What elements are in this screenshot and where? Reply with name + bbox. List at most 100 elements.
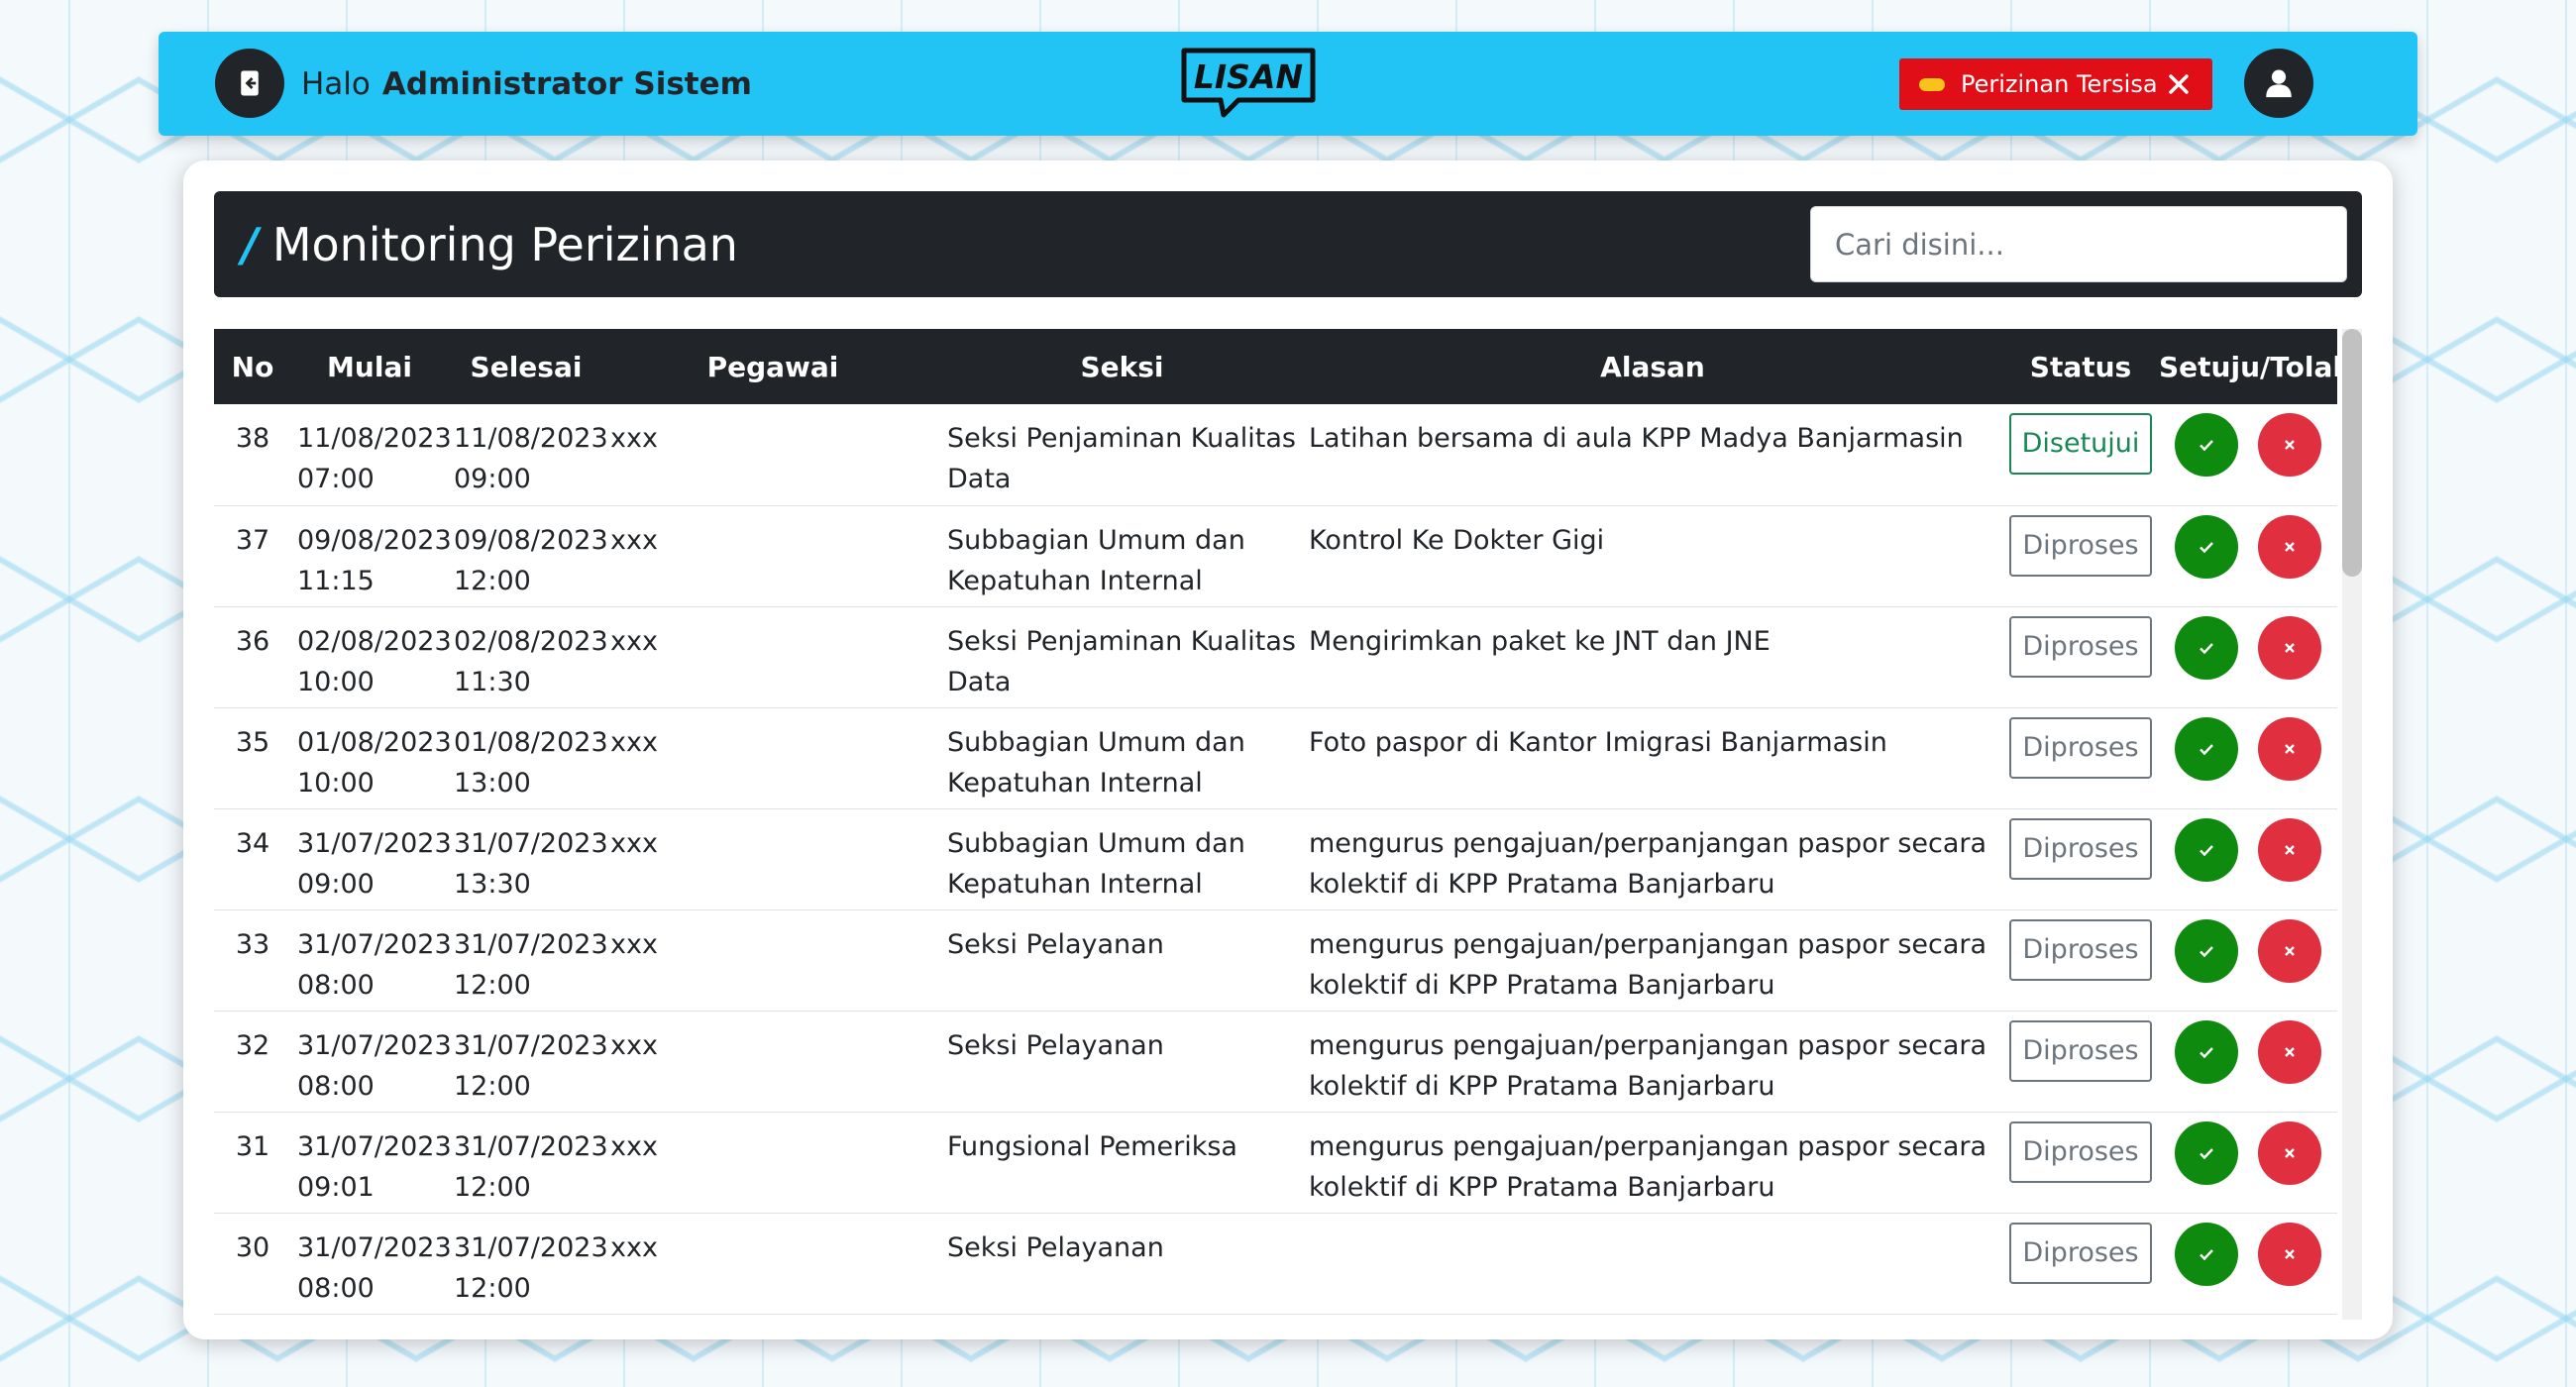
cell-mulai: 01/08/2023 10:00 <box>291 707 452 809</box>
approve-button[interactable] <box>2175 1019 2238 1084</box>
approve-button[interactable] <box>2175 1222 2238 1286</box>
x-icon <box>2285 743 2295 754</box>
reject-button[interactable] <box>2258 1019 2321 1084</box>
reject-button[interactable] <box>2258 817 2321 882</box>
status-badge[interactable]: Diproses <box>2009 514 2152 577</box>
column-header-selesai[interactable]: Selesai <box>448 329 604 404</box>
cell-no: 35 <box>214 707 291 809</box>
selesai-time: 13:30 <box>454 868 531 900</box>
reject-button[interactable] <box>2258 918 2321 983</box>
page-title: / Monitoring Perizinan <box>242 191 738 297</box>
check-icon <box>2200 1248 2213 1260</box>
cell-status: Diproses <box>2002 1112 2159 1214</box>
selesai-time: 12:00 <box>454 969 531 1001</box>
cell-no: 31 <box>214 1112 291 1214</box>
cell-status: Diproses <box>2002 606 2159 708</box>
reject-button[interactable] <box>2258 413 2321 477</box>
reject-button[interactable] <box>2258 615 2321 680</box>
approve-button[interactable] <box>2175 817 2238 882</box>
column-header-no[interactable]: No <box>214 329 291 404</box>
approve-button[interactable] <box>2175 514 2238 579</box>
cell-alasan <box>1303 1213 2002 1315</box>
column-header-status[interactable]: Status <box>2002 329 2159 404</box>
selesai-date: 31/07/2023 <box>454 1231 608 1263</box>
cell-actions <box>2159 909 2337 1012</box>
cell-selesai: 11/08/2023 09:00 <box>448 404 608 506</box>
remaining-permits-alert[interactable]: Perizinan Tersisa <box>1899 58 2212 110</box>
column-header-alasan[interactable]: Alasan <box>1303 329 2002 404</box>
cell-selesai: 09/08/2023 12:00 <box>448 505 608 607</box>
table-row: 38 11/08/2023 07:00 11/08/2023 09:00 xxx S… <box>214 404 2337 506</box>
mulai-time: 08:00 <box>297 1070 375 1102</box>
cell-status: Diproses <box>2002 909 2159 1012</box>
status-badge[interactable]: Diproses <box>2009 716 2152 779</box>
cell-no: 34 <box>214 808 291 910</box>
logout-button[interactable] <box>215 49 284 118</box>
selesai-date: 31/07/2023 <box>454 827 608 859</box>
mulai-date: 31/07/2023 <box>297 928 452 960</box>
cell-actions <box>2159 808 2337 910</box>
column-header-pegawai[interactable]: Pegawai <box>604 329 941 404</box>
selesai-time: 12:00 <box>454 1070 531 1102</box>
status-badge[interactable]: Diproses <box>2009 918 2152 981</box>
cell-selesai: 01/08/2023 13:00 <box>448 707 608 809</box>
cell-no: 36 <box>214 606 291 708</box>
check-icon <box>2200 1046 2213 1058</box>
selesai-date: 31/07/2023 <box>454 928 608 960</box>
cell-alasan: mengurus pengajuan/perpanjangan paspor s… <box>1303 1112 2002 1214</box>
cell-actions <box>2159 606 2337 708</box>
alert-close-button[interactable] <box>2167 58 2191 110</box>
user-icon <box>2266 69 2292 98</box>
status-badge[interactable]: Diproses <box>2009 1019 2152 1082</box>
cell-seksi: Fungsional Pemeriksa <box>941 1112 1303 1214</box>
greeting-text: Halo <box>301 65 371 102</box>
selesai-time: 13:00 <box>454 767 531 799</box>
column-header-mulai[interactable]: Mulai <box>291 329 448 404</box>
table-row: 37 09/08/2023 11:15 09/08/2023 12:00 xxx S… <box>214 505 2337 607</box>
check-icon <box>2200 1147 2213 1159</box>
approve-button[interactable] <box>2175 918 2238 983</box>
column-header-seksi[interactable]: Seksi <box>941 329 1303 404</box>
cell-pegawai: xxx <box>604 404 941 506</box>
cell-pegawai: xxx <box>604 707 941 809</box>
selesai-time: 11:30 <box>454 666 531 697</box>
cell-pegawai: xxx <box>604 909 941 1012</box>
reject-button[interactable] <box>2258 1120 2321 1185</box>
search-input[interactable] <box>1810 206 2347 282</box>
status-badge[interactable]: Diproses <box>2009 1222 2152 1284</box>
table-scrollbar[interactable] <box>2342 329 2362 1320</box>
cell-selesai: 02/08/2023 11:30 <box>448 606 608 708</box>
scrollbar-thumb[interactable] <box>2342 329 2362 577</box>
cell-seksi: Subbagian Umum dan Kepatuhan Internal <box>941 707 1303 809</box>
selesai-date: 31/07/2023 <box>454 1130 608 1162</box>
check-icon <box>2200 743 2213 755</box>
status-badge[interactable]: Disetujui <box>2009 413 2152 475</box>
cell-mulai: 02/08/2023 10:00 <box>291 606 452 708</box>
greeting: Halo Administrator Sistem <box>301 32 752 136</box>
cell-mulai: 09/08/2023 11:15 <box>291 505 452 607</box>
x-icon <box>2285 945 2295 956</box>
approve-button[interactable] <box>2175 1120 2238 1185</box>
selesai-time: 09:00 <box>454 464 531 494</box>
cell-actions <box>2159 1011 2337 1113</box>
user-menu-button[interactable] <box>2244 49 2313 118</box>
x-icon <box>2285 1046 2295 1057</box>
cell-seksi: Subbagian Umum dan Kepatuhan Internal <box>941 808 1303 910</box>
top-navbar: Halo Administrator Sistem LISAN Perizina… <box>159 32 2417 136</box>
status-badge[interactable]: Diproses <box>2009 817 2152 880</box>
approve-button[interactable] <box>2175 716 2238 781</box>
x-icon <box>2285 844 2295 855</box>
approve-button[interactable] <box>2175 413 2238 477</box>
mulai-time: 09:00 <box>297 868 375 900</box>
status-badge[interactable]: Diproses <box>2009 1120 2152 1183</box>
logo-text: LISAN <box>1194 57 1303 96</box>
lisan-logo[interactable]: LISAN <box>1179 46 1318 121</box>
approve-button[interactable] <box>2175 615 2238 680</box>
x-icon <box>2285 1147 2295 1158</box>
reject-button[interactable] <box>2258 1222 2321 1286</box>
reject-button[interactable] <box>2258 716 2321 781</box>
status-badge[interactable]: Diproses <box>2009 615 2152 678</box>
mulai-date: 01/08/2023 <box>297 726 452 758</box>
reject-button[interactable] <box>2258 514 2321 579</box>
page-title-text: Monitoring Perizinan <box>271 217 738 271</box>
